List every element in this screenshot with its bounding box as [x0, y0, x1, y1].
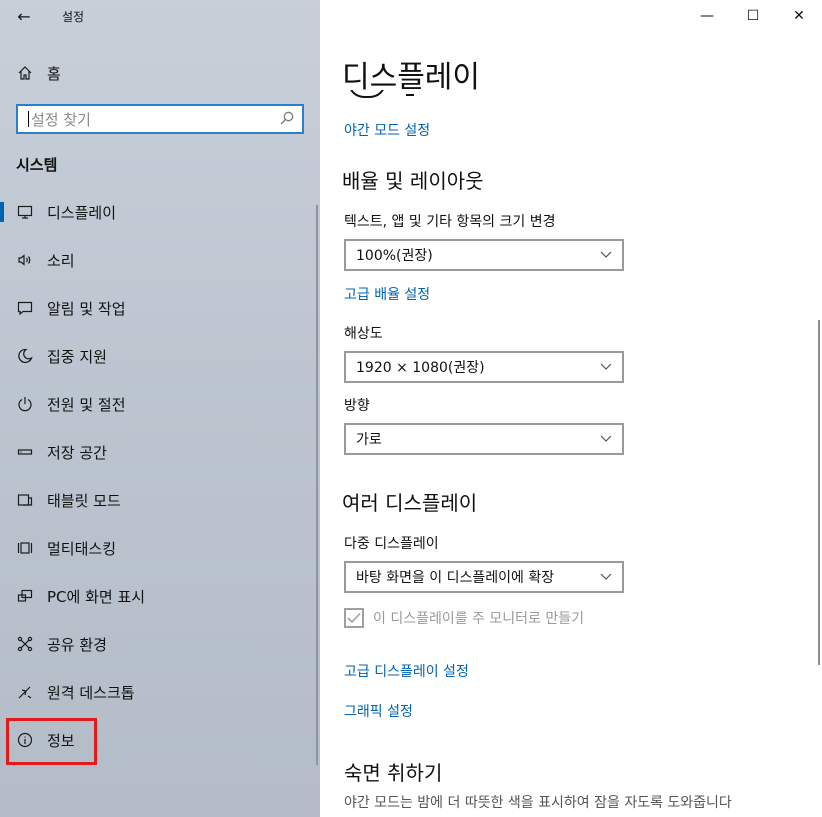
advanced-display-settings-link[interactable]: 고급 디스플레이 설정: [344, 661, 469, 681]
moon-icon: [16, 347, 34, 365]
storage-icon: [16, 443, 34, 461]
resolution-label: 해상도: [344, 326, 383, 342]
maximize-icon: ☐: [746, 8, 760, 24]
night-light-settings-link[interactable]: 야간 모드 설정: [344, 120, 430, 140]
sidebar-item-label: 디스플레이: [47, 203, 117, 222]
graphics-settings-link[interactable]: 그래픽 설정: [344, 701, 413, 721]
sidebar-item-display[interactable]: 디스플레이: [0, 188, 316, 236]
scale-layout-heading: 배율 및 레이아웃: [342, 169, 484, 193]
sidebar-item-project[interactable]: PC에 화면 표시: [0, 572, 316, 620]
scale-label: 텍스트, 앱 및 기타 항목의 크기 변경: [344, 214, 556, 230]
sidebar-item-notifications[interactable]: 알림 및 작업: [0, 284, 316, 332]
chevron-down-icon: [600, 247, 612, 263]
sidebar-nav: 디스플레이 소리 알림 및 작업 집중 지원 전원 및 절전 저장 공간 태블릿…: [0, 188, 316, 764]
sidebar-item-label: 저장 공간: [47, 443, 107, 462]
minimize-button[interactable]: —: [684, 0, 730, 32]
orientation-value: 가로: [356, 432, 382, 448]
project-icon: [16, 587, 34, 605]
main-content: — ☐ ✕ 디스플레이 야간 모드 설정 배율 및 레이아웃 텍스트, 앱 및 …: [320, 0, 822, 817]
multitasking-icon: [16, 539, 34, 557]
power-icon: [16, 395, 34, 413]
sidebar-item-label: PC에 화면 표시: [47, 587, 146, 606]
main-display-checkbox-label: 이 디스플레이를 주 모니터로 만들기: [373, 611, 584, 627]
arrow-left-icon: ←: [17, 6, 31, 26]
sidebar-item-label: 공유 환경: [47, 635, 107, 654]
search-icon[interactable]: [280, 110, 294, 129]
title-bar: ← 설정: [0, 0, 320, 32]
home-icon: [16, 64, 34, 82]
close-icon: ✕: [793, 8, 805, 24]
sidebar-item-label: 소리: [47, 251, 75, 270]
app-title: 설정: [62, 9, 85, 24]
scale-value: 100%(권장): [356, 248, 433, 264]
sidebar-item-multitasking[interactable]: 멀티태스킹: [0, 524, 316, 572]
main-display-checkbox-row: 이 디스플레이를 주 모니터로 만들기: [344, 608, 584, 628]
share-icon: [16, 635, 34, 653]
sidebar-item-home[interactable]: 홈: [0, 56, 320, 90]
orientation-dropdown[interactable]: 가로: [344, 423, 624, 455]
sidebar-item-remote[interactable]: 원격 데스크톱: [0, 668, 316, 716]
sidebar-item-label: 멀티태스킹: [47, 539, 117, 558]
multiple-displays-dropdown[interactable]: 바탕 화면을 이 디스플레이에 확장: [344, 561, 624, 593]
text-caret: [28, 111, 29, 127]
monitor-icon: [16, 203, 34, 221]
sleep-description: 야간 모드는 밤에 더 따뜻한 색을 표시하여 잠을 자도록 도와줍니다: [344, 795, 732, 811]
multiple-displays-value: 바탕 화면을 이 디스플레이에 확장: [356, 570, 555, 586]
checkmark-icon: [347, 612, 361, 624]
search-input[interactable]: 설정 찾기: [16, 104, 304, 134]
main-display-checkbox[interactable]: [344, 608, 364, 628]
sleep-heading: 숙면 취하기: [344, 761, 443, 785]
advanced-scaling-link[interactable]: 고급 배율 설정: [344, 284, 430, 304]
tablet-icon: [16, 491, 34, 509]
sidebar-item-label: 집중 지원: [47, 347, 107, 366]
sidebar-item-tablet[interactable]: 태블릿 모드: [0, 476, 316, 524]
sidebar-item-power[interactable]: 전원 및 절전: [0, 380, 316, 428]
sidebar-item-focus[interactable]: 집중 지원: [0, 332, 316, 380]
speaker-icon: [16, 251, 34, 269]
notification-icon: [16, 299, 34, 317]
chevron-down-icon: [600, 359, 612, 375]
resolution-value: 1920 × 1080(권장): [356, 360, 485, 376]
highlight-box: [6, 718, 97, 765]
multiple-displays-label: 다중 디스플레이: [344, 536, 439, 552]
chevron-down-icon: [600, 569, 612, 585]
multiple-displays-heading: 여러 디스플레이: [342, 491, 478, 515]
sidebar-item-label: 태블릿 모드: [47, 491, 121, 510]
main-scrollbar[interactable]: [818, 320, 820, 665]
window-controls: — ☐ ✕: [684, 0, 822, 32]
remote-icon: [16, 683, 34, 701]
sidebar-item-storage[interactable]: 저장 공간: [0, 428, 316, 476]
sidebar-item-share[interactable]: 공유 환경: [0, 620, 316, 668]
night-light-toggle: [344, 90, 434, 104]
minimize-icon: —: [700, 8, 714, 24]
sidebar: ← 설정 홈 설정 찾기 시스템 디스플레이 소리 알림 및 작업 집중 지원 …: [0, 0, 320, 817]
home-label: 홈: [47, 64, 61, 83]
section-title: 시스템: [16, 156, 58, 174]
sidebar-item-label: 알림 및 작업: [47, 299, 126, 318]
close-button[interactable]: ✕: [776, 0, 822, 32]
orientation-label: 방향: [344, 398, 370, 414]
back-button[interactable]: ←: [0, 0, 48, 32]
maximize-button[interactable]: ☐: [730, 0, 776, 32]
chevron-down-icon: [600, 431, 612, 447]
sidebar-item-sound[interactable]: 소리: [0, 236, 316, 284]
sidebar-scrollbar[interactable]: [316, 205, 318, 765]
sidebar-item-label: 원격 데스크톱: [47, 683, 135, 702]
scale-dropdown[interactable]: 100%(권장): [344, 239, 624, 271]
search-placeholder: 설정 찾기: [31, 110, 91, 129]
resolution-dropdown[interactable]: 1920 × 1080(권장): [344, 351, 624, 383]
sidebar-item-label: 전원 및 절전: [47, 395, 126, 414]
